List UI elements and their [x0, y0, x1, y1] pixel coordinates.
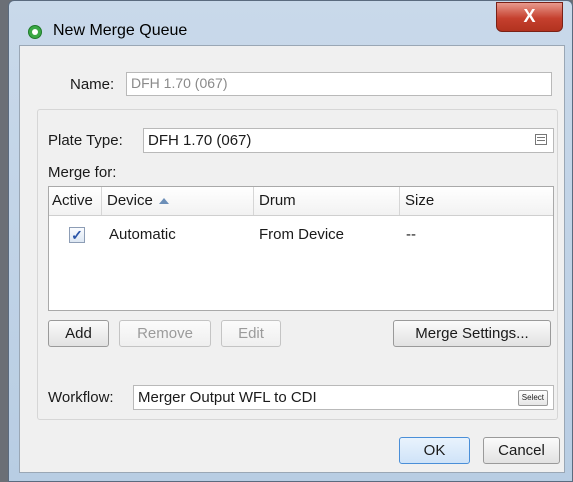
column-header-device-label: Device — [107, 192, 153, 209]
sort-ascending-icon — [158, 198, 169, 205]
column-header-size[interactable]: Size — [400, 187, 555, 215]
device-cell: Automatic — [109, 226, 176, 243]
size-cell: -- — [406, 226, 416, 243]
add-button[interactable]: Add — [48, 320, 109, 347]
merge-queue-dialog: New Merge Queue X Name: DFH 1.70 (067) P… — [8, 0, 573, 482]
plate-type-field[interactable]: DFH 1.70 (067) — [143, 128, 554, 153]
table-row[interactable]: ✓ Automatic From Device -- — [49, 223, 553, 247]
plate-type-label: Plate Type: — [48, 132, 123, 149]
dialog-content: Name: DFH 1.70 (067) Plate Type: DFH 1.7… — [19, 45, 565, 473]
list-icon[interactable] — [535, 134, 547, 145]
name-label: Name: — [70, 76, 115, 93]
column-header-device[interactable]: Device — [102, 187, 254, 215]
title-bar[interactable]: New Merge Queue X — [9, 1, 572, 45]
window-title: New Merge Queue — [53, 22, 188, 39]
workflow-select-button[interactable]: Select — [517, 390, 548, 406]
name-field[interactable]: DFH 1.70 (067) — [126, 72, 552, 96]
workflow-value: Merger Output WFL to CDI — [138, 389, 317, 406]
workflow-field[interactable]: Merger Output WFL to CDI Select — [133, 385, 554, 410]
active-checkbox[interactable]: ✓ — [69, 227, 85, 243]
edit-button[interactable]: Edit — [221, 320, 281, 347]
workflow-label: Workflow: — [48, 389, 114, 406]
column-header-active[interactable]: Active — [49, 187, 102, 215]
plate-type-value: DFH 1.70 (067) — [148, 132, 252, 149]
close-button[interactable]: X — [496, 2, 563, 32]
merge-for-table: Active Device Drum Size ✓ Automatic From… — [48, 186, 554, 311]
column-header-drum[interactable]: Drum — [254, 187, 400, 215]
remove-button[interactable]: Remove — [119, 320, 211, 347]
ok-button[interactable]: OK — [399, 437, 470, 464]
app-icon — [28, 25, 42, 39]
merge-settings-button[interactable]: Merge Settings... — [393, 320, 551, 347]
table-header: Active Device Drum Size — [49, 187, 553, 216]
cancel-button[interactable]: Cancel — [483, 437, 560, 464]
merge-for-label: Merge for: — [48, 164, 117, 181]
drum-cell: From Device — [259, 226, 345, 243]
